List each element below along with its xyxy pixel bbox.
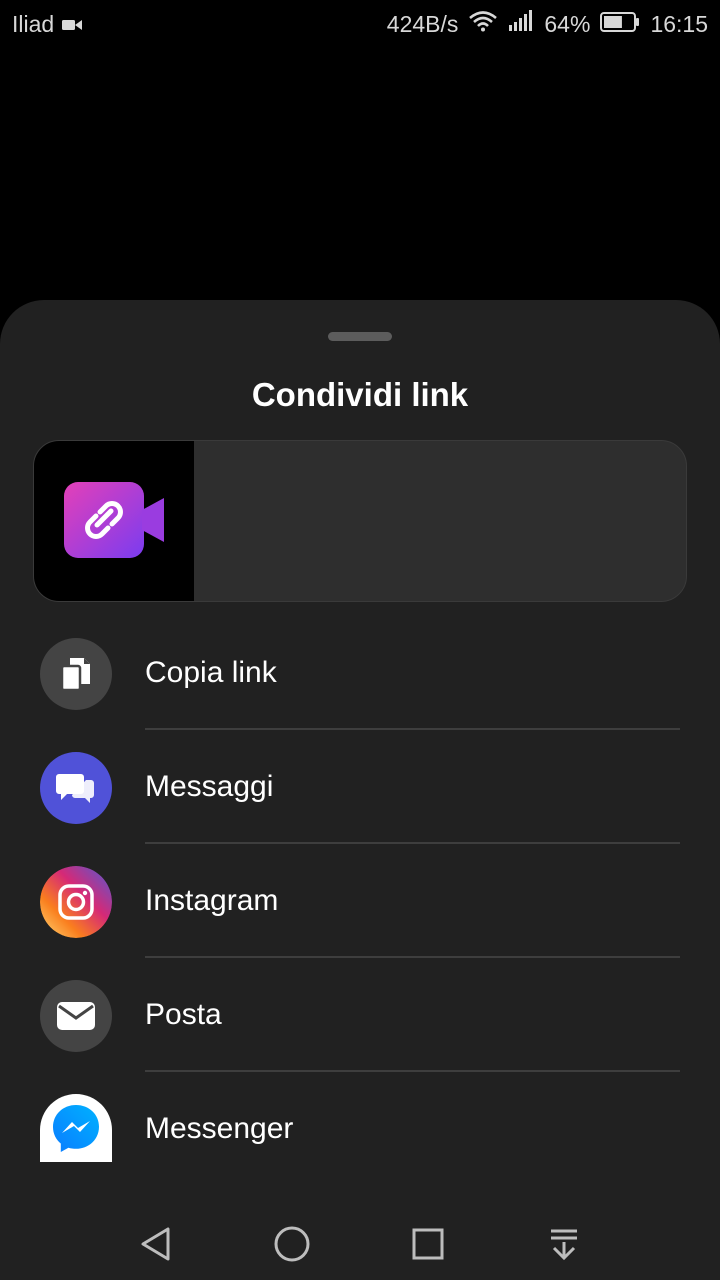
net-speed: 424B/s (386, 10, 459, 37)
share-option-messages[interactable]: Messaggi (0, 730, 720, 844)
back-icon[interactable] (136, 1224, 176, 1264)
signal-icon (508, 10, 534, 38)
link-video-icon (64, 481, 164, 563)
messenger-icon (40, 1094, 112, 1162)
chat-bubbles-icon (40, 752, 112, 824)
share-option-instagram[interactable]: Instagram (0, 844, 720, 958)
preview-content (194, 441, 686, 601)
share-option-copy-link[interactable]: Copia link (0, 616, 720, 730)
share-option-messenger[interactable]: Messenger (0, 1072, 720, 1168)
share-option-label: Messaggi (145, 770, 274, 803)
share-option-label: Messenger (145, 1112, 294, 1145)
preview-thumbnail (34, 441, 194, 601)
carrier-name: Iliad (12, 10, 55, 37)
home-icon[interactable] (272, 1224, 312, 1264)
sheet-title: Condividi link (251, 376, 469, 413)
mail-icon (40, 980, 112, 1052)
recents-icon[interactable] (408, 1224, 448, 1264)
sheet-drag-handle[interactable] (328, 332, 392, 341)
battery-percent: 64% (544, 10, 591, 37)
clock: 16:15 (650, 10, 708, 37)
video-camera-icon (62, 11, 83, 38)
status-left: Iliad (12, 10, 83, 38)
status-bar: Iliad 424B/s 64% 16:15 (0, 0, 720, 48)
share-sheet: Condividi link Copia link Messaggi Insta… (0, 300, 720, 1280)
battery-icon (600, 11, 640, 38)
share-option-mail[interactable]: Posta (0, 958, 720, 1072)
share-option-label: Copia link (145, 656, 277, 689)
share-option-label: Instagram (145, 884, 279, 917)
copy-icon (40, 638, 112, 710)
share-options-list: Copia link Messaggi Instagram Posta Mess… (0, 616, 720, 1168)
notification-pull-icon[interactable] (544, 1224, 584, 1264)
system-navigation-bar (0, 1208, 720, 1280)
share-option-label: Posta (145, 998, 222, 1031)
instagram-icon (40, 866, 112, 938)
wifi-icon (468, 10, 498, 38)
link-preview-card (33, 440, 687, 602)
status-right: 424B/s 64% 16:15 (387, 10, 708, 38)
